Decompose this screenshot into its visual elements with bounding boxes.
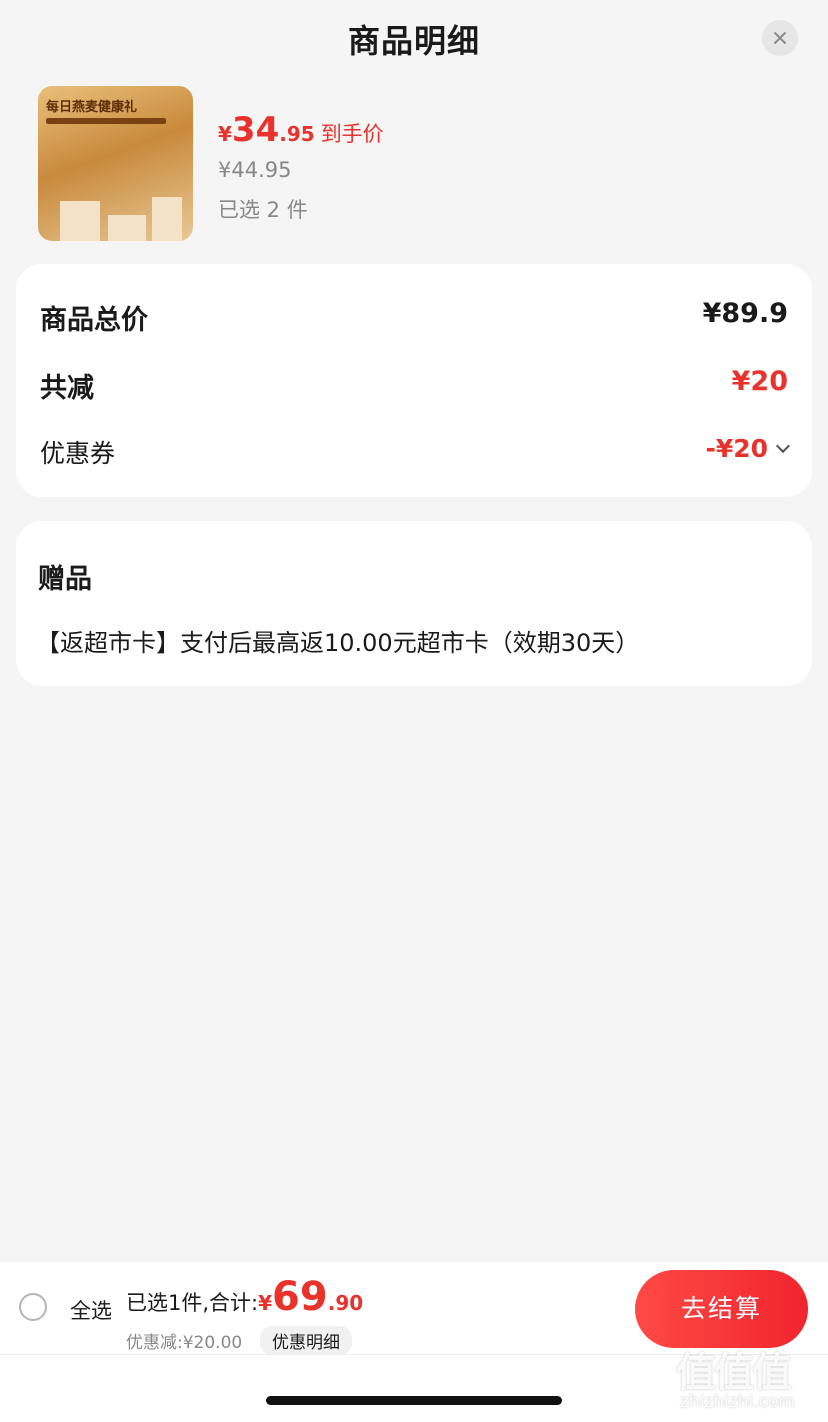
page-title: 商品明细: [347, 22, 480, 60]
selected-total-text: 已选1件,合计:: [126, 1291, 259, 1315]
watermark: 值值值 zhizhizhi.com: [676, 1340, 824, 1418]
checkout-button[interactable]: 去结算: [635, 1270, 808, 1348]
price-currency: ¥: [218, 122, 232, 146]
product-image-pillar: [108, 215, 146, 241]
total-reduce-value: ¥20: [731, 366, 788, 397]
discount-text: 优惠减:¥20.00: [126, 1333, 243, 1353]
discount-detail-button[interactable]: 优惠明细: [260, 1326, 352, 1355]
total-reduce-label: 共减: [40, 373, 94, 404]
gift-title: 赠品: [38, 564, 92, 595]
total-currency: ¥: [258, 1291, 273, 1315]
chevron-down-icon[interactable]: [775, 438, 791, 454]
original-price: ¥44.95: [218, 158, 292, 182]
product-image-stripe: [46, 118, 166, 124]
watermark-url: zhizhizhi.com: [680, 1392, 795, 1412]
header: 商品明细: [0, 0, 828, 76]
radio-unchecked-icon[interactable]: [19, 1293, 47, 1321]
price-tag: 到手价: [320, 122, 384, 146]
gift-description: 【返超市卡】支付后最高返10.00元超市卡（效期30天）: [36, 629, 640, 657]
total-integer: 69: [272, 1274, 328, 1320]
product-image-banner: 每日燕麦健康礼: [46, 100, 138, 115]
product-image-pillar: [152, 197, 182, 241]
watermark-logo: 值值值: [676, 1350, 792, 1396]
selected-count: 已选 2 件: [218, 198, 308, 222]
home-indicator[interactable]: [266, 1396, 562, 1405]
coupon-row[interactable]: -¥20: [705, 434, 791, 463]
price-decimal: .95: [279, 122, 315, 146]
total-line: 已选1件,合计:¥69.90: [126, 1274, 363, 1320]
gift-card: 赠品 【返超市卡】支付后最高返10.00元超市卡（效期30天）: [16, 521, 812, 686]
price-integer: 34: [231, 110, 280, 150]
coupon-label: 优惠券: [40, 439, 116, 468]
product-price: ¥34.95 到手价: [218, 110, 384, 150]
close-icon[interactable]: [762, 20, 798, 56]
total-decimal: .90: [327, 1291, 364, 1315]
total-price-label: 商品总价: [40, 305, 148, 336]
product-image[interactable]: 每日燕麦健康礼: [38, 86, 193, 241]
product-image-pillar: [60, 201, 100, 241]
price-summary-card: 商品总价 ¥89.9 共减 ¥20 优惠券 -¥20: [16, 264, 812, 497]
total-price-value: ¥89.9: [702, 298, 788, 329]
select-all-label[interactable]: 全选: [70, 1295, 112, 1325]
coupon-value: -¥20: [705, 434, 768, 463]
